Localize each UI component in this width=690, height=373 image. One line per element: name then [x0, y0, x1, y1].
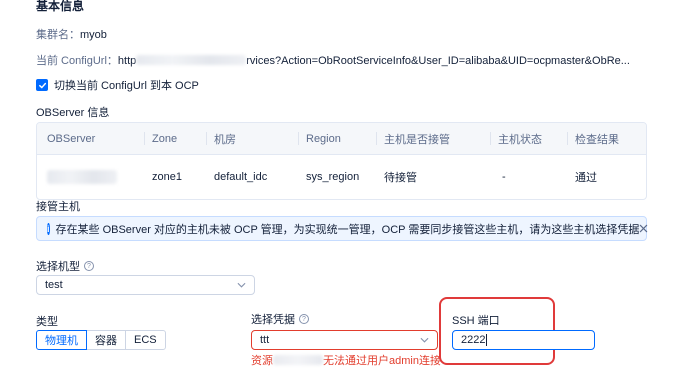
ssh-port-label: SSH 端口 [452, 315, 500, 327]
config-url-suffix: rvices?Action=ObRootServiceInfo&User_ID=… [246, 55, 630, 67]
config-url-label: 当前 ConfigUrl： [36, 55, 118, 67]
credential-error-prefix: 资源 [251, 355, 273, 367]
model-select-label: 选择机型 [36, 261, 80, 273]
cell-observer [37, 155, 144, 199]
table-header: OBServer Zone 机房 Region 主机是否接管 主机状态 检查结果 [37, 123, 646, 155]
type-option-ecs[interactable]: ECS [125, 330, 166, 350]
cell-zone: zone1 [152, 171, 182, 183]
ssh-port-input[interactable]: 2222 [452, 330, 595, 350]
chevron-down-icon [237, 282, 246, 288]
col-zone: Zone [144, 123, 206, 154]
col-managed: 主机是否接管 [376, 123, 490, 154]
observer-info-title: OBServer 信息 [36, 107, 110, 119]
switch-configurl-checkbox[interactable]: 切换当前 ConfigUrl 到本 OCP [36, 77, 199, 93]
alert-text: 存在某些 OBServer 对应的主机未被 OCP 管理，为实现统一管理，OCP… [55, 223, 640, 236]
observer-table: OBServer Zone 机房 Region 主机是否接管 主机状态 检查结果… [36, 122, 647, 200]
help-icon[interactable]: ? [299, 314, 309, 324]
ssh-port-value: 2222 [461, 334, 486, 346]
text-cursor [486, 334, 488, 346]
credential-error-message: 资源 无法通过用户admin连接 [251, 352, 441, 368]
checkbox-checked-icon[interactable] [36, 79, 48, 91]
col-idc: 机房 [206, 123, 298, 154]
credential-select-value: ttt [260, 334, 270, 346]
credential-select[interactable]: ttt [251, 330, 438, 350]
col-host-status: 主机状态 [490, 123, 567, 154]
cell-idc: default_idc [214, 171, 268, 183]
cluster-name-value: myob [80, 29, 107, 41]
model-select-label-row: 选择机型? [36, 258, 94, 274]
table-row: zone1 default_idc sys_region 待接管 - 通过 [37, 155, 646, 199]
help-icon[interactable]: ? [84, 261, 94, 271]
credential-select-label-row: 选择凭据? [251, 311, 309, 327]
cell-host-status: - [502, 171, 506, 183]
redacted-observer [47, 170, 117, 184]
redacted-resource [273, 355, 323, 365]
credential-select-label: 选择凭据 [251, 314, 295, 326]
basic-info-title: 基本信息 [36, 0, 85, 13]
config-url-prefix: http [117, 55, 137, 67]
col-check-result: 检查结果 [567, 123, 646, 154]
type-segmented-control: 物理机 容器 ECS [36, 330, 166, 350]
col-observer: OBServer [47, 132, 96, 145]
cell-managed: 待接管 [384, 172, 417, 184]
col-region: Region [298, 123, 376, 154]
model-select[interactable]: test [36, 275, 255, 295]
cluster-name-label: 集群名： [36, 29, 80, 41]
takeover-host-title: 接管主机 [36, 201, 80, 213]
model-select-value: test [45, 279, 63, 291]
type-option-physical[interactable]: 物理机 [36, 330, 87, 350]
cluster-name-row: 集群名：myob [36, 26, 107, 42]
type-label: 类型 [36, 316, 58, 328]
config-url-row: 当前 ConfigUrl：http rvices?Action=ObRootSer… [36, 52, 630, 68]
cell-region: sys_region [306, 171, 360, 183]
credential-error-suffix: 无法通过用户admin连接 [323, 355, 441, 367]
chevron-down-icon [420, 337, 429, 343]
redacted-host [136, 55, 247, 65]
cell-check-result: 通过 [575, 172, 597, 184]
info-alert: i 存在某些 OBServer 对应的主机未被 OCP 管理，为实现统一管理，O… [36, 216, 648, 241]
type-option-container[interactable]: 容器 [86, 330, 126, 350]
close-icon[interactable] [639, 224, 648, 233]
info-icon: i [47, 222, 50, 235]
switch-configurl-label: 切换当前 ConfigUrl 到本 OCP [54, 80, 199, 92]
